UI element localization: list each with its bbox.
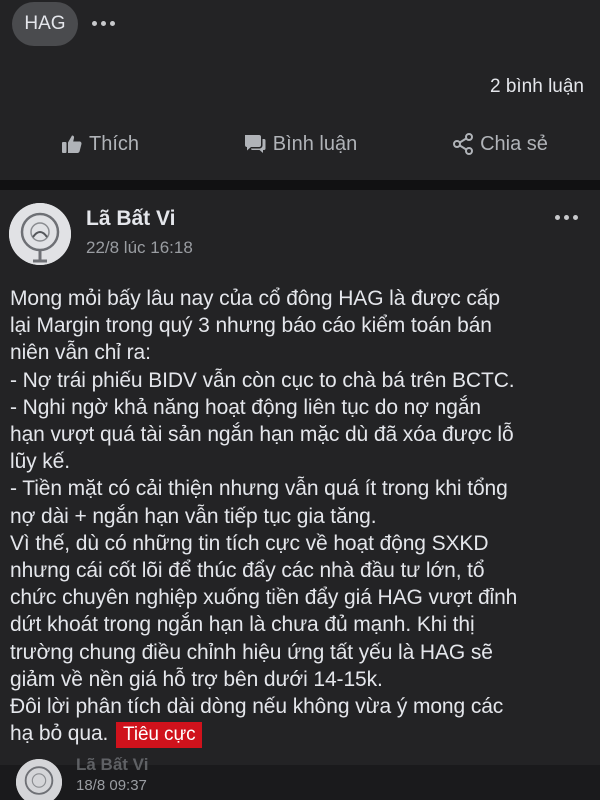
comment-line: hạ bỏ qua. (10, 722, 109, 746)
share-icon (452, 133, 474, 155)
like-button[interactable]: Thích (0, 118, 200, 170)
thumbs-up-icon (61, 133, 83, 155)
comment-timestamp: 22/8 lúc 16:18 (86, 238, 193, 257)
next-comment-timestamp: 18/8 09:37 (76, 777, 147, 794)
sentiment-badge[interactable]: Tiêu cực (116, 722, 203, 749)
comment-line: lại Margin trong quý 3 nhưng báo cáo kiể… (10, 314, 492, 338)
next-comment-author[interactable]: Lã Bất Vi (76, 755, 148, 775)
share-label: Chia sẻ (480, 132, 548, 155)
stock-tag-chip[interactable]: HAG (12, 2, 78, 46)
comment-line: Mong mỏi bấy lâu nay của cổ đông HAG là … (10, 287, 500, 310)
next-comment-card: Lã Bất Vi 18/8 09:37 (0, 755, 600, 800)
comment-button[interactable]: Bình luận (200, 118, 400, 170)
comment-card: Lã Bất Vi 22/8 lúc 16:18 Mong mỏi bấy lâ… (0, 190, 600, 765)
avatar-emblem-icon (16, 759, 62, 800)
comment-line: giảm về nền giá hỗ trợ bên dưới 14-15k. (10, 667, 383, 691)
comment-bubble-icon (243, 133, 267, 155)
comment-body: Mong mỏi bấy lâu nay của cổ đông HAG là … (10, 285, 595, 749)
post-action-bar: Thích Bình luận Chia sẻ (0, 118, 600, 170)
previous-post-card: HAG 2 bình luận Thích Bình luận Chia sẻ (0, 0, 600, 180)
comment-line: chức chuyên nghiệp xuống tiền đẩy giá HA… (10, 586, 518, 610)
comment-line: Đôi lời phân tích dài dòng nếu không vừa… (10, 695, 504, 719)
comment-line: trường chung điều chỉnh hiệu ứng tất yếu… (10, 640, 493, 664)
like-label: Thích (88, 132, 140, 155)
more-options-icon[interactable] (92, 21, 115, 26)
avatar-emblem-icon (9, 203, 71, 265)
comment-line: - Tiền mặt có cải thiện nhưng vẫn quá ít… (10, 477, 508, 501)
comment-line: niên vẫn chỉ ra: (10, 341, 151, 365)
comment-line: - Nợ trái phiếu BIDV vẫn còn cục to chà … (10, 368, 515, 392)
comment-line: lũy kế. (10, 450, 70, 474)
comment-line: dứt khoát trong ngắn hạn là chưa đủ mạnh… (10, 613, 475, 637)
comment-line: Vì thế, dù có những tin tích cực về hoạt… (10, 531, 489, 555)
avatar[interactable] (9, 203, 71, 265)
avatar[interactable] (16, 759, 62, 800)
comment-line: nợ dài + ngắn hạn vẫn tiếp tục gia tăng. (10, 504, 377, 528)
comment-line: hạn vượt quá tài sản ngắn hạn mặc dù đã … (10, 423, 514, 447)
comment-line: - Nghi ngờ khả năng hoạt động liên tục d… (10, 395, 481, 419)
comment-line: nhưng cái cốt lõi để thúc đẩy các nhà đầ… (10, 559, 485, 583)
comment-last-line: hạ bỏ qua. Tiêu cực (10, 720, 595, 749)
more-options-icon[interactable] (555, 215, 578, 220)
share-button[interactable]: Chia sẻ (400, 118, 600, 170)
comment-count-link[interactable]: 2 bình luận (490, 76, 584, 98)
comment-author[interactable]: Lã Bất Vi (86, 207, 175, 231)
comment-label: Bình luận (272, 132, 358, 155)
